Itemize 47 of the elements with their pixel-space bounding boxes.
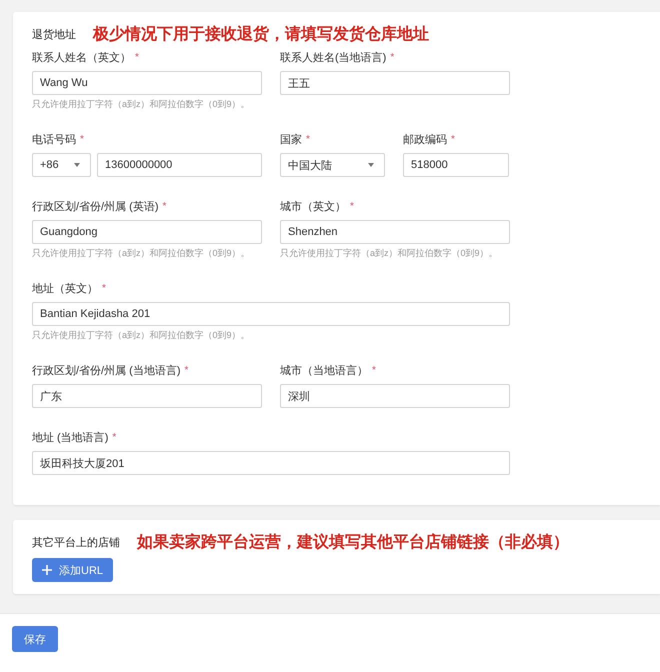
required-mark: * <box>451 134 455 144</box>
input-field[interactable]: 13600000000 <box>97 153 262 177</box>
required-mark: * <box>162 200 166 212</box>
save-button[interactable]: 保存 <box>12 626 58 652</box>
caret-icon <box>74 163 80 167</box>
field-label: 城市（当地语言） <box>280 364 368 378</box>
input-field[interactable]: 王五 <box>280 71 510 95</box>
annotation-text: 极少情况下用于接收退货，请填写发货仓库地址 <box>93 24 429 44</box>
field-label: 联系人姓名(当地语言) <box>280 50 386 64</box>
required-mark: * <box>135 52 139 62</box>
field-label: 电话号码 <box>32 132 76 146</box>
field-label: 城市（英文） <box>280 200 346 214</box>
required-mark: * <box>372 364 376 376</box>
required-mark: * <box>184 364 188 376</box>
hint-text: 只允许使用拉丁字符（a到z）和阿拉伯数字（0到9）。 <box>32 330 251 341</box>
required-mark: * <box>80 134 84 144</box>
field-label: 邮政编码 <box>403 132 447 146</box>
field-label: 地址（英文） <box>32 282 98 296</box>
hint-text: 只允许使用拉丁字符（a到z）和阿拉伯数字（0到9）。 <box>32 248 251 259</box>
input-field[interactable]: 518000 <box>403 153 509 177</box>
hint-text: 只允许使用拉丁字符（a到z）和阿拉伯数字（0到9）。 <box>32 99 251 110</box>
required-mark: * <box>112 432 116 442</box>
add-url-button[interactable]: 添加URL <box>32 558 114 582</box>
field-label: 行政区划/省份/州属 (英语) <box>32 200 158 214</box>
hint-text: 只允许使用拉丁字符（a到z）和阿拉伯数字（0到9）。 <box>280 248 499 259</box>
section-title: 退货地址 <box>32 28 76 42</box>
field-label: 国家 <box>280 132 302 146</box>
input-field[interactable]: Guangdong <box>32 220 262 244</box>
required-mark: * <box>102 282 106 294</box>
input-field[interactable]: Wang Wu <box>32 71 262 95</box>
required-mark: * <box>306 134 310 144</box>
required-mark: * <box>350 200 354 212</box>
field-label: 联系人姓名（英文） <box>32 50 131 64</box>
country-code-select[interactable]: +86 <box>32 153 91 177</box>
input-field[interactable]: 广东 <box>32 384 262 408</box>
annotation-text: 如果卖家跨平台运营，建议填写其他平台店铺链接（非必填） <box>137 532 569 552</box>
field-label: 行政区划/省份/州属 (当地语言) <box>32 364 180 378</box>
required-mark: * <box>390 52 394 62</box>
section-title: 其它平台上的店铺 <box>32 536 120 550</box>
field-label: 地址 (当地语言) <box>32 430 108 444</box>
input-field[interactable]: Shenzhen <box>280 220 510 244</box>
caret-icon <box>368 163 374 167</box>
input-field[interactable]: Bantian Kejidasha 201 <box>32 302 510 326</box>
input-field[interactable]: 深圳 <box>280 384 510 408</box>
country-select[interactable]: 中国大陆 <box>280 153 385 177</box>
input-field[interactable]: 坂田科技大厦201 <box>32 451 510 475</box>
plus-icon <box>42 565 52 575</box>
